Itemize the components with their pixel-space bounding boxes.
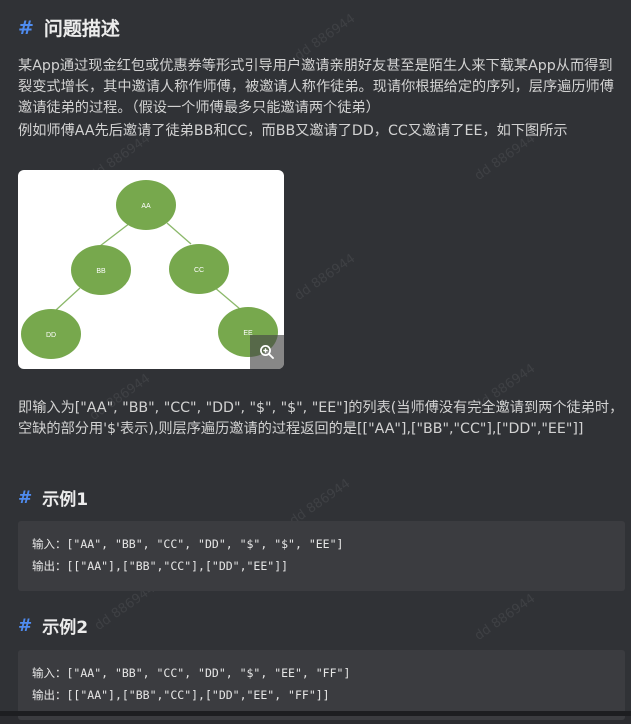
example1-code-block: 输入：["AA", "BB", "CC", "DD", "$", "$", "E… xyxy=(18,521,625,591)
description-example-text: 例如师傅AA先后邀请了徒弟BB和CC，而BB又邀请了DD，CC又邀请了EE，如下… xyxy=(18,123,568,139)
example2-title: 示例2 xyxy=(42,618,89,638)
hash-icon: # xyxy=(18,615,33,636)
tree-node-label: BB xyxy=(96,268,106,275)
section-heading-description: # 问题描述 xyxy=(18,14,120,41)
tree-node-label: DD xyxy=(46,332,56,339)
zoom-button[interactable] xyxy=(250,335,284,369)
example1-title: 示例1 xyxy=(42,490,89,510)
tree-edge xyxy=(166,222,192,245)
zoom-in-icon xyxy=(260,345,274,359)
example1-output: 输出：[["AA"],["BB","CC"],["DD","EE"]] xyxy=(32,559,289,573)
watermark: dd 886944 xyxy=(292,251,359,304)
problem-page: dd 886944 dd 886944 dd 886944 dd 886944 … xyxy=(0,0,631,724)
tree-edge xyxy=(99,222,131,247)
tree-node-label: CC xyxy=(194,267,204,274)
section-heading-example2: # 示例2 xyxy=(18,613,89,639)
bottom-bar xyxy=(0,711,631,716)
tree-figure[interactable]: AA BB CC DD EE xyxy=(18,170,284,369)
example1-input: 输入：["AA", "BB", "CC", "DD", "$", "$", "E… xyxy=(32,537,344,551)
tree-node-label: AA xyxy=(141,203,151,210)
example2-input: 输入：["AA", "BB", "CC", "DD", "$", "EE", "… xyxy=(32,666,351,680)
hash-icon: # xyxy=(18,16,34,39)
watermark: dd 886944 xyxy=(472,591,539,644)
tree-edge xyxy=(55,287,81,311)
explanation-text: 即输入为["AA", "BB", "CC", "DD", "$", "$", "… xyxy=(18,400,624,437)
example2-code-block: 输入：["AA", "BB", "CC", "DD", "$", "EE", "… xyxy=(18,650,625,720)
tree-edge xyxy=(213,286,241,310)
tree-diagram: AA BB CC DD EE xyxy=(21,180,278,359)
section-heading-example1: # 示例1 xyxy=(18,485,89,511)
hash-icon: # xyxy=(18,487,33,508)
description-text: 某App通过现金红包或优惠券等形式引导用户邀请亲朋好友甚至是陌生人来下载某App… xyxy=(18,58,614,116)
page-title: 问题描述 xyxy=(43,18,120,40)
example2-output: 输出：[["AA"],["BB","CC"],["DD","EE", "FF"]… xyxy=(32,688,330,702)
